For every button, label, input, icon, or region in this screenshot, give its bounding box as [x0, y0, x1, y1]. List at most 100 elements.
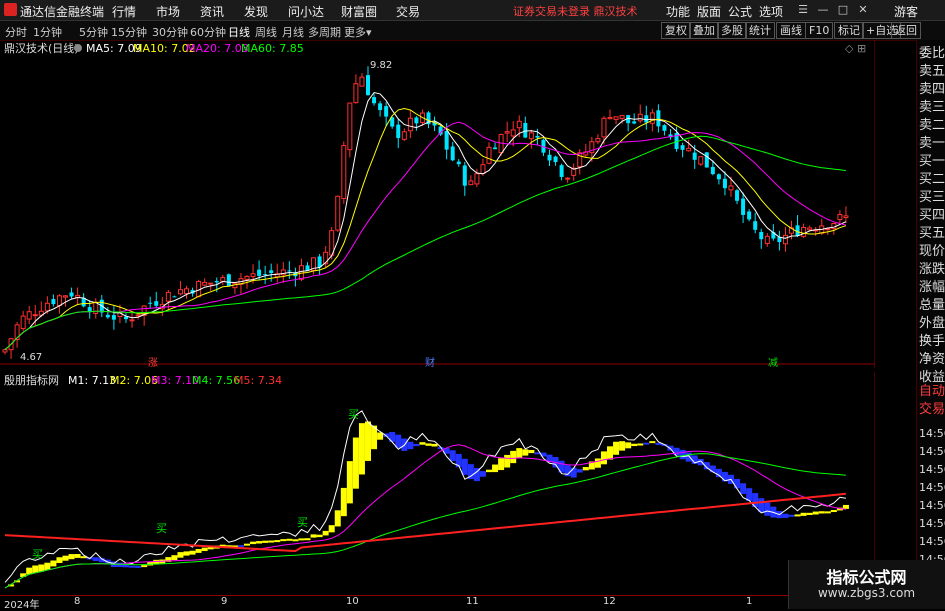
indicator-band-bar — [407, 441, 414, 450]
candle-body — [335, 195, 341, 231]
close-icon[interactable]: ✕ — [856, 3, 870, 16]
quote-label-15: 外盘 — [919, 316, 945, 331]
menu-item-quotes[interactable]: 行情 — [112, 3, 136, 20]
period-tab-1min[interactable]: 1分钟 — [33, 24, 62, 40]
kline-chart[interactable]: 9.509.008.508.007.507.006.506.005.505.00… — [0, 40, 875, 368]
overlay-button[interactable]: 叠加 — [689, 22, 719, 39]
indicator-band-bar — [328, 525, 335, 533]
period-tab-30min[interactable]: 30分钟 — [152, 24, 188, 40]
menu-item-formula[interactable]: 公式 — [728, 3, 752, 20]
quote-label-2: 卖四 — [919, 82, 945, 97]
period-tab-weekly[interactable]: 周线 — [255, 24, 277, 40]
indicator-band-bar — [637, 443, 644, 446]
indicator-band-bar — [486, 469, 492, 473]
period-tab-timeshare[interactable]: 分时 — [5, 24, 27, 40]
quote-label-11: 现价 — [919, 244, 945, 259]
menu-item-function[interactable]: 功能 — [666, 3, 690, 20]
indicator-band-bar — [322, 530, 329, 536]
auto-trade-label-0[interactable]: 自动 — [919, 384, 945, 400]
candle-body — [837, 213, 843, 221]
candle-body — [287, 270, 292, 272]
marker-finance[interactable]: 财 — [425, 356, 435, 368]
tick-time-4: 14:56 — [919, 499, 945, 512]
candle-body — [510, 129, 516, 137]
menu-item-market[interactable]: 市场 — [156, 3, 180, 20]
indicator-band-bar — [250, 541, 257, 545]
marker-reduce[interactable]: 减 — [768, 357, 778, 368]
candle-body — [56, 295, 62, 307]
skin-icon[interactable]: ☰ — [796, 3, 810, 16]
candle-body — [468, 180, 474, 186]
indicator-band-bar — [806, 512, 813, 516]
indicator-band-bar — [794, 514, 801, 517]
quote-label-17: 净资 — [919, 352, 945, 367]
m5-line — [4, 492, 846, 553]
candle-body — [516, 120, 522, 129]
axis-label-jan: 1 — [746, 596, 753, 607]
indicator-band-bar — [340, 487, 347, 517]
candle-body — [317, 256, 322, 268]
quote-label-7: 买二 — [919, 172, 945, 187]
candle-body — [722, 178, 727, 189]
draw-line-button[interactable]: 画线 — [776, 22, 806, 39]
indicator-band-bar — [68, 554, 75, 560]
menu-item-layout[interactable]: 版面 — [697, 3, 721, 20]
auto-trade-label-1[interactable]: 交易 — [919, 402, 945, 418]
quote-label-10: 买五 — [919, 226, 945, 241]
candle-body — [747, 211, 752, 220]
indicator-band-bar — [129, 565, 136, 568]
panel-settings-icon[interactable]: ◇ ⊞ — [845, 42, 866, 55]
period-tab-5min[interactable]: 5分钟 — [79, 24, 108, 40]
period-tab-monthly[interactable]: 月线 — [282, 24, 304, 40]
period-tab-more[interactable]: 更多▾ — [344, 24, 372, 40]
multi-stock-button[interactable]: 多股 — [717, 22, 747, 39]
menu-item-trade[interactable]: 交易 — [396, 3, 420, 20]
dropdown-icon[interactable] — [74, 44, 82, 52]
ma20-legend: MA20: 7.03 — [186, 42, 249, 55]
menu-item-options[interactable]: 选项 — [759, 3, 783, 20]
ma60-legend: MA60: 7.85 — [241, 42, 304, 55]
candle-body — [154, 301, 159, 306]
price-panel-title: 鼎汉技术(日线) — [4, 41, 79, 55]
indicator-band-bar — [346, 461, 353, 504]
app-logo-icon — [4, 3, 17, 16]
statistics-button[interactable]: 统计 — [745, 22, 775, 39]
maximize-icon[interactable]: □ — [836, 3, 850, 16]
indicator-band-bar — [607, 446, 613, 460]
menu-item-news[interactable]: 资讯 — [200, 3, 224, 20]
ma10-line — [4, 107, 847, 351]
quote-label-9: 买四 — [919, 208, 945, 223]
indicator-band-bar — [812, 511, 819, 515]
indicator-chart[interactable]: 10.009.008.007.006.00 殷朋指标网 M1: 7.13 M2:… — [0, 372, 875, 594]
candle-body — [644, 115, 649, 123]
candle-body — [384, 106, 389, 117]
candle-body — [698, 156, 704, 165]
candle-body — [214, 281, 219, 283]
f10-button[interactable]: F10 — [805, 22, 834, 39]
candle-body — [595, 138, 601, 143]
candle-body — [607, 117, 613, 120]
candle-body — [401, 131, 407, 140]
minimize-icon[interactable]: — — [816, 3, 830, 16]
candle-body — [444, 130, 449, 150]
candle-body — [716, 174, 721, 180]
marker-rise[interactable]: 涨 — [148, 357, 158, 368]
indicator-band-bar — [280, 539, 287, 542]
indicator-band-bar — [395, 434, 402, 448]
back-button[interactable]: 返回 — [891, 22, 921, 39]
period-tab-daily[interactable]: 日线 — [228, 24, 250, 40]
menu-item-wealth[interactable]: 财富圈 — [341, 3, 377, 20]
period-tab-15min[interactable]: 15分钟 — [111, 24, 147, 40]
broker-login-notice[interactable]: 证券交易未登录 鼎汉技术 — [513, 3, 638, 19]
menu-item-discover[interactable]: 发现 — [244, 3, 268, 20]
candle-body — [51, 299, 56, 305]
period-tab-multi[interactable]: 多周期 — [308, 24, 341, 40]
low-price-label: 4.67 — [20, 352, 42, 363]
candle-body — [547, 154, 552, 161]
adjust-button[interactable]: 复权 — [661, 22, 691, 39]
candle-body — [407, 117, 413, 132]
user-guest[interactable]: 游客 — [894, 3, 918, 20]
period-tab-60min[interactable]: 60分钟 — [190, 24, 226, 40]
mark-button[interactable]: 标记 — [834, 22, 864, 39]
menu-item-ask[interactable]: 问小达 — [288, 3, 324, 20]
